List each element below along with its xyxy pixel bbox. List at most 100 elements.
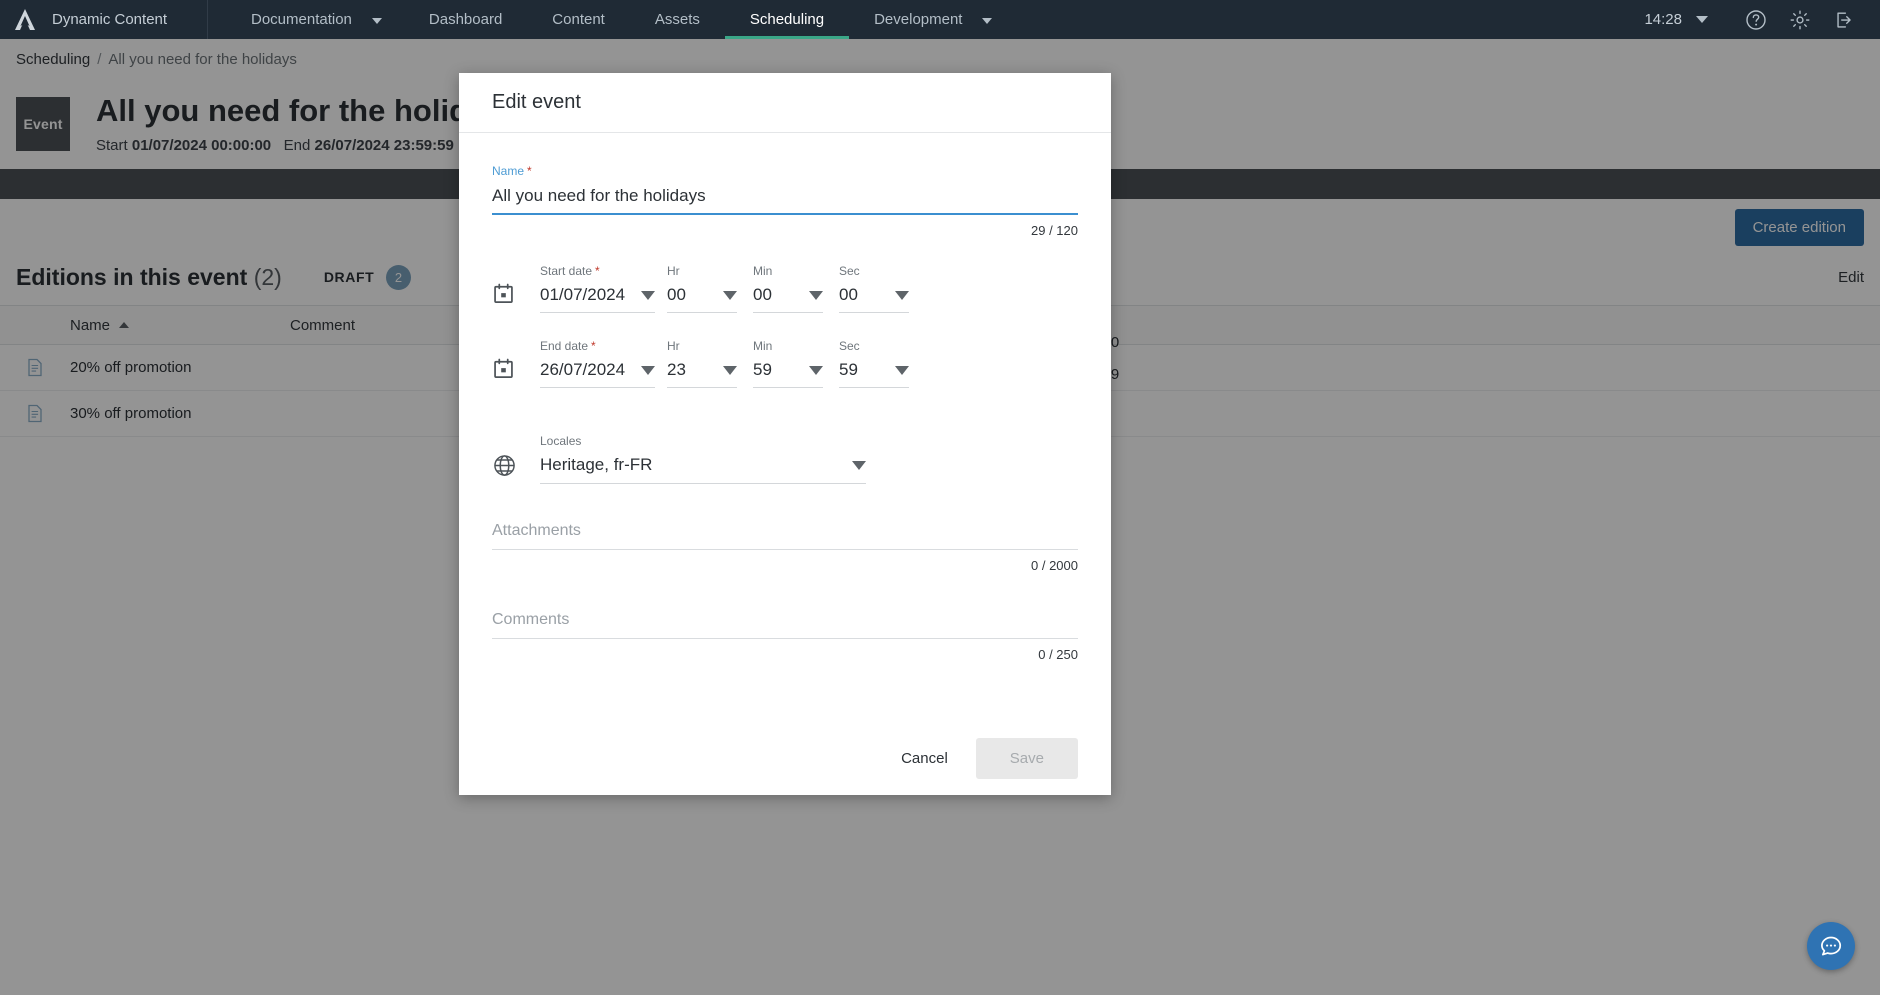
required-marker: * — [527, 164, 532, 178]
chevron-down-icon — [641, 366, 655, 375]
nav-label-documentation: Documentation — [251, 11, 352, 28]
start-second-label: Sec — [839, 264, 925, 278]
chevron-down-icon — [895, 366, 909, 375]
chevron-down-icon — [809, 366, 823, 375]
start-second-select-group: Sec 00 — [839, 264, 925, 313]
chevron-down-icon — [641, 291, 655, 300]
chevron-down-icon — [982, 18, 992, 24]
name-label-text: Name — [492, 164, 524, 178]
start-date-select-group: Start date* 01/07/2024 — [540, 264, 667, 313]
globe-icon — [492, 453, 540, 484]
required-marker: * — [591, 339, 596, 353]
locales-value: Heritage, fr-FR — [540, 455, 652, 474]
end-hour-label: Hr — [667, 339, 753, 353]
locales-row: Locales Heritage, fr-FR — [492, 434, 1078, 484]
app-root: Dynamic Content Documentation Dashboard … — [0, 0, 1880, 995]
attachments-field — [492, 522, 1078, 550]
locales-select-group: Locales Heritage, fr-FR — [540, 434, 1078, 484]
comments-field — [492, 611, 1078, 639]
start-second-select[interactable]: 00 — [839, 285, 909, 313]
chevron-down-icon — [852, 461, 866, 470]
edit-event-dialog: Edit event Name* 29 / 120 — [459, 73, 1111, 795]
nav-item-dashboard[interactable]: Dashboard — [404, 0, 527, 39]
top-right-controls: 14:28 — [1630, 0, 1880, 39]
gear-icon[interactable] — [1778, 0, 1822, 39]
end-second-select-group: Sec 59 — [839, 339, 925, 388]
start-hour-select-group: Hr 00 — [667, 264, 753, 313]
start-minute-select[interactable]: 00 — [753, 285, 823, 313]
required-marker: * — [595, 264, 600, 278]
end-minute-label: Min — [753, 339, 839, 353]
start-date-select[interactable]: 01/07/2024 — [540, 285, 655, 313]
start-hour-label: Hr — [667, 264, 753, 278]
logout-icon[interactable] — [1822, 0, 1866, 39]
locales-label: Locales — [540, 434, 1078, 448]
nav-item-scheduling[interactable]: Scheduling — [725, 0, 849, 39]
nav-item-documentation[interactable]: Documentation — [226, 0, 404, 39]
nav-label-scheduling: Scheduling — [750, 11, 824, 28]
name-field-label: Name* — [492, 165, 1078, 177]
clock-display: 14:28 — [1630, 11, 1696, 28]
comments-input[interactable] — [492, 611, 1078, 629]
nav-label-content: Content — [552, 11, 605, 28]
calendar-icon[interactable] — [492, 282, 540, 313]
end-second-label: Sec — [839, 339, 925, 353]
nav-label-development: Development — [874, 11, 962, 28]
start-second-value: 00 — [839, 285, 858, 304]
start-hour-value: 00 — [667, 285, 686, 304]
end-second-select[interactable]: 59 — [839, 360, 909, 388]
amplience-logo-icon — [12, 7, 38, 33]
nav-label-assets: Assets — [655, 11, 700, 28]
end-hour-select-group: Hr 23 — [667, 339, 753, 388]
end-hour-select[interactable]: 23 — [667, 360, 737, 388]
help-circle-icon[interactable] — [1734, 0, 1778, 39]
nav-item-content[interactable]: Content — [527, 0, 630, 39]
attachments-character-counter: 0 / 2000 — [492, 550, 1078, 573]
chat-bubble-icon[interactable] — [1807, 922, 1855, 970]
brand-area[interactable]: Dynamic Content — [0, 0, 208, 39]
locales-select[interactable]: Heritage, fr-FR — [540, 455, 866, 484]
start-date-label: Start date* — [540, 264, 667, 278]
attachments-input[interactable] — [492, 522, 1078, 540]
chevron-down-icon — [723, 291, 737, 300]
name-character-counter: 29 / 120 — [492, 215, 1078, 238]
nav-item-assets[interactable]: Assets — [630, 0, 725, 39]
chevron-down-icon — [372, 18, 382, 24]
save-button: Save — [976, 738, 1078, 779]
start-minute-value: 00 — [753, 285, 772, 304]
start-minute-label: Min — [753, 264, 839, 278]
end-date-select-group: End date* 26/07/2024 — [540, 339, 667, 388]
chevron-down-icon[interactable] — [1696, 16, 1708, 23]
nav-label-dashboard: Dashboard — [429, 11, 502, 28]
dialog-footer: Cancel Save — [459, 721, 1111, 795]
top-navigation-bar: Dynamic Content Documentation Dashboard … — [0, 0, 1880, 39]
end-date-label-text: End date — [540, 339, 588, 353]
name-field-group: Name* 29 / 120 — [492, 163, 1078, 238]
cancel-button[interactable]: Cancel — [879, 738, 970, 779]
start-date-row: Start date* 01/07/2024 Hr 00 Min — [492, 264, 1078, 313]
start-minute-select-group: Min 00 — [753, 264, 839, 313]
end-minute-value: 59 — [753, 360, 772, 379]
calendar-icon[interactable] — [492, 357, 540, 388]
name-input[interactable] — [492, 177, 1078, 215]
chevron-down-icon — [809, 291, 823, 300]
main-nav: Documentation Dashboard Content Assets S… — [226, 0, 1014, 39]
end-minute-select[interactable]: 59 — [753, 360, 823, 388]
end-date-select[interactable]: 26/07/2024 — [540, 360, 655, 388]
start-date-label-text: Start date — [540, 264, 592, 278]
end-date-row: End date* 26/07/2024 Hr 23 Min — [492, 339, 1078, 388]
start-date-value: 01/07/2024 — [540, 285, 625, 304]
comments-character-counter: 0 / 250 — [492, 639, 1078, 662]
dialog-header: Edit event — [459, 73, 1111, 133]
nav-item-development[interactable]: Development — [849, 0, 1014, 39]
chevron-down-icon — [895, 291, 909, 300]
end-minute-select-group: Min 59 — [753, 339, 839, 388]
dialog-title: Edit event — [492, 91, 581, 114]
dialog-body: Name* 29 / 120 Start date* — [459, 133, 1111, 721]
chevron-down-icon — [723, 366, 737, 375]
end-date-value: 26/07/2024 — [540, 360, 625, 379]
start-hour-select[interactable]: 00 — [667, 285, 737, 313]
brand-name: Dynamic Content — [52, 11, 167, 28]
end-second-value: 59 — [839, 360, 858, 379]
end-date-label: End date* — [540, 339, 667, 353]
